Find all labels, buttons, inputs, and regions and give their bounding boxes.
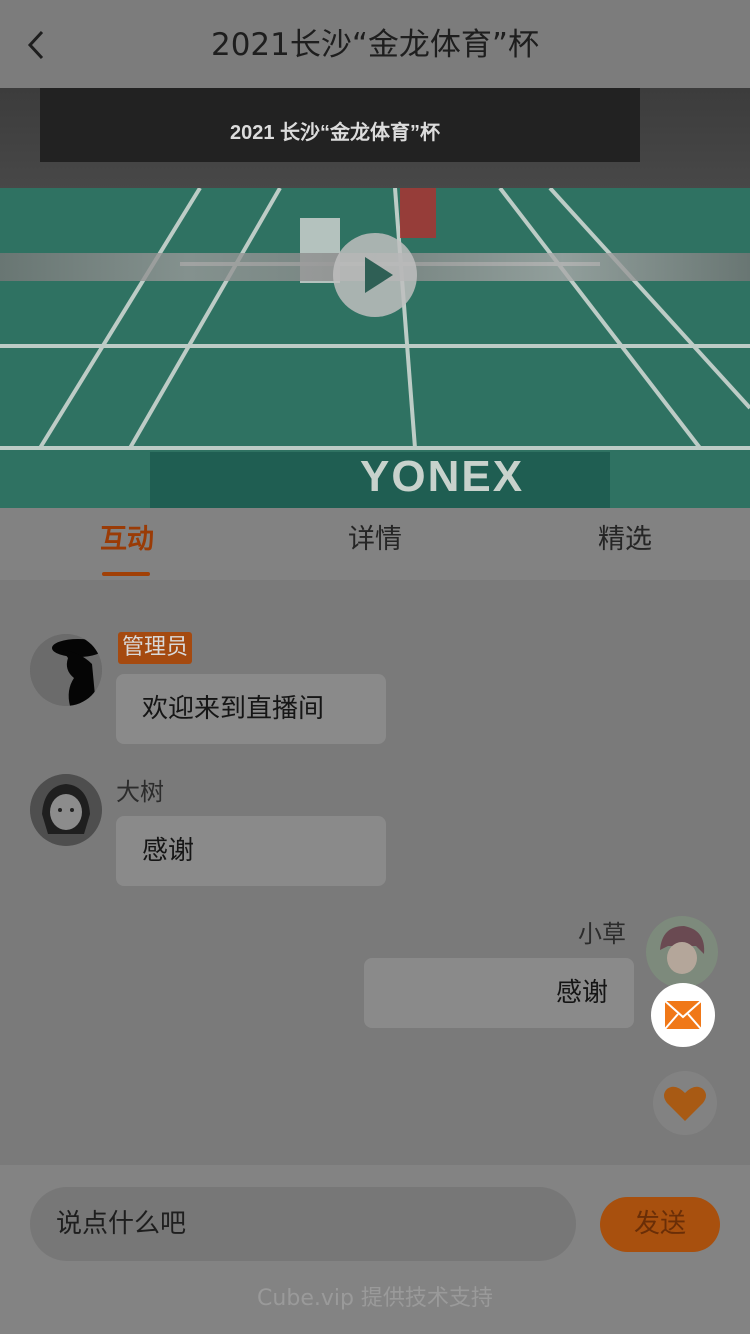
like-button[interactable]: [653, 1071, 717, 1135]
video-court-logo-text: YONEX: [360, 452, 525, 501]
tab-featured[interactable]: 精选: [500, 508, 750, 580]
comment-input[interactable]: 说点什么吧: [30, 1187, 576, 1261]
play-icon[interactable]: [333, 233, 417, 317]
avatar[interactable]: [30, 774, 102, 846]
avatar[interactable]: [30, 634, 102, 706]
active-tab-indicator: [102, 572, 150, 576]
powered-by-text: Cube.vip 提供技术支持: [257, 1286, 493, 1311]
sender-name: 小草: [578, 920, 626, 948]
chat-bubble: 感谢: [364, 958, 634, 1028]
message-button[interactable]: [651, 983, 715, 1047]
top-bar: 2021长沙“金龙体育”杯: [0, 0, 750, 88]
tab-interaction[interactable]: 互动: [2, 508, 252, 580]
tab-details[interactable]: 详情: [250, 508, 500, 580]
video-banner: 2021 长沙“金龙体育”杯: [40, 88, 640, 162]
send-button[interactable]: 发送: [600, 1197, 720, 1252]
video-player[interactable]: 2021 长沙“金龙体育”杯 YONEX: [0, 88, 750, 508]
heart-icon: [664, 1086, 706, 1121]
page-title: 2021长沙“金龙体育”杯: [210, 27, 539, 63]
chat-bubble: 感谢: [116, 816, 386, 886]
video-court-logo: YONEX: [150, 452, 610, 508]
tab-bar: 互动 详情 精选: [0, 508, 750, 580]
sender-name: 大树: [116, 778, 164, 806]
avatar[interactable]: [646, 916, 718, 988]
admin-badge: 管理员: [118, 632, 193, 664]
envelope-icon: [664, 1000, 702, 1030]
video-banner-text: 2021 长沙“金龙体育”杯: [230, 122, 441, 144]
chat-bubble: 欢迎来到直播间: [116, 674, 386, 744]
